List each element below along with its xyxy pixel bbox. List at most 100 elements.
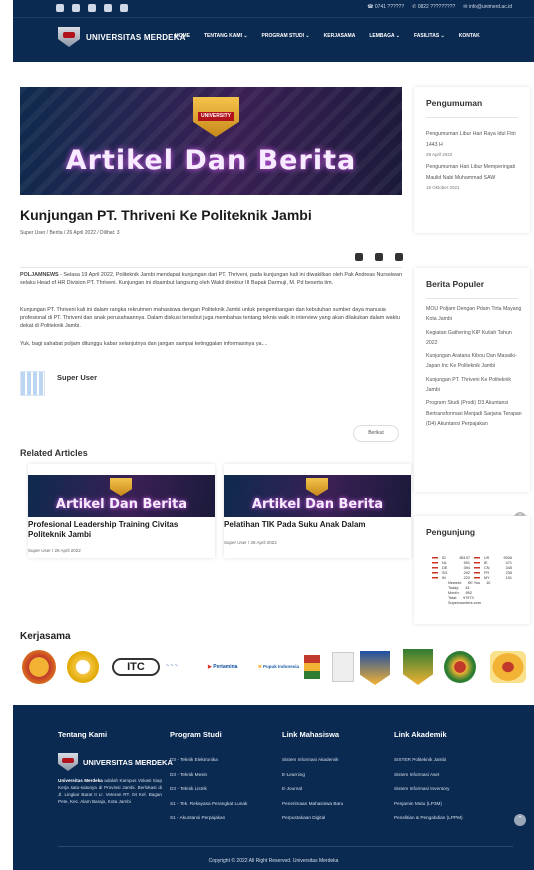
divider <box>58 846 513 847</box>
announcements-widget: Pengumuman Pengumuman Libur Hari Raya Id… <box>414 87 530 233</box>
menu-item-program-studi[interactable]: PROGRAM STUDI ⌄ <box>262 33 310 39</box>
partner-logo[interactable] <box>332 652 354 682</box>
related-article-image[interactable]: Artikel Dan Berita <box>224 475 411 517</box>
scroll-top-button[interactable]: ⌃ <box>514 814 526 826</box>
announcement-link[interactable]: Pengumuman Hari Libur Memperingati Mauli… <box>426 162 524 183</box>
partner-logo-pertamina[interactable]: ▶ Pertamina <box>208 659 254 675</box>
widget-title: Pengunjung <box>426 527 476 537</box>
partners-heading: Kerjasama <box>20 631 71 642</box>
footer-link[interactable]: Sistem Informasi Akademik <box>282 753 343 768</box>
partner-logo[interactable] <box>403 649 433 685</box>
site-header: ☎ 0741 ?????? ✆ 0822 ????????? ✉ info@un… <box>13 0 534 62</box>
university-shield-icon <box>58 753 78 771</box>
related-article-meta: Super User / 28 April 2022 <box>224 540 277 545</box>
popular-news-link[interactable]: Kunjungan Aratana Kibou Dan Masaiki-Japa… <box>426 351 524 372</box>
whatsapp-contact[interactable]: ✆ 0822 ????????? <box>412 4 455 10</box>
university-badge-icon <box>110 478 132 496</box>
youtube-icon[interactable] <box>88 4 96 12</box>
visitor-counter[interactable]: ID 85197 US 9006 NL 591 IE 471 DE 394 CN 345 SG 29… <box>426 556 518 618</box>
menu-item-kerjasama[interactable]: KERJASAMA <box>324 33 356 39</box>
widget-title: Berita Populer <box>426 279 485 289</box>
popular-news-link[interactable]: Kegiatan Gathering KIP Kuliah Tahun 2022 <box>426 328 524 349</box>
partner-logos: ITC ~ ~ ~ ▶ Pertamina ✱ Pupuk Indonesia <box>20 648 534 686</box>
social-links <box>56 4 128 12</box>
footer-link[interactable]: Sistem Informasi Inventory <box>394 782 463 797</box>
share-buttons <box>355 253 403 261</box>
footer-about: Tentang Kami UNIVERSITAS MERDEKA Univers… <box>58 730 173 805</box>
footer-link[interactable]: Penelitian & Pengabdian (LPPM) <box>394 811 463 826</box>
main-navbar: UNIVERSITAS MERDEKA HOME TENTANG KAMI ⌄ … <box>13 18 534 62</box>
copyright-text: Copyright © 2022 All Right Reserved. Uni… <box>208 858 339 864</box>
site-logo[interactable]: UNIVERSITAS MERDEKA <box>58 27 186 47</box>
widget-title: Pengumuman <box>426 98 483 108</box>
divider <box>20 267 402 268</box>
partner-logo[interactable] <box>22 650 56 684</box>
popular-news-link[interactable]: Kunjungan PT. Thriveni Ke Politeknik Jam… <box>426 375 524 396</box>
related-article-card[interactable]: Artikel Dan Berita Pelatihan TIK Pada Su… <box>224 464 411 558</box>
related-article-meta: Super User / 28 April 2022 <box>28 548 81 553</box>
footer-link[interactable]: Sistem Informasi Aset <box>394 768 463 783</box>
partner-logo[interactable]: ~ ~ ~ <box>166 663 204 671</box>
announcement-date: 18 Oktober 2021 <box>426 185 460 190</box>
contact-info: ☎ 0741 ?????? ✆ 0822 ????????? ✉ info@un… <box>367 4 512 10</box>
article-paragraph: Yuk, bagi sahabat poljam ditunggu kabar … <box>20 341 268 347</box>
site-footer: Tentang Kami UNIVERSITAS MERDEKA Univers… <box>13 705 534 870</box>
partner-logo-pupuk[interactable]: ✱ Pupuk Indonesia <box>258 655 310 679</box>
popular-news-link[interactable]: MOU Poljam Dengan Pdam Tirta Mayang Kota… <box>426 304 524 325</box>
next-article-button[interactable]: Berikut <box>353 425 399 442</box>
university-shield-icon <box>58 27 80 47</box>
related-article-title[interactable]: Pelatihan TIK Pada Suku Anak Dalam <box>224 520 411 530</box>
facebook-share-icon[interactable] <box>355 253 363 261</box>
menu-item-tentang-kami[interactable]: TENTANG KAMI ⌄ <box>204 33 248 39</box>
twitter-share-icon[interactable] <box>375 253 383 261</box>
footer-link[interactable]: Penjamin Mutu (LP3M) <box>394 797 463 812</box>
announcement-date: 28 April 2022 <box>426 152 453 157</box>
partner-logo[interactable] <box>444 651 476 683</box>
menu-item-home[interactable]: HOME <box>175 33 190 39</box>
footer-link[interactable]: S1 - Akuntansi Perpajakan <box>170 811 247 826</box>
footer-about-text: Universitas Merdeka adalah Kampus Vokasi… <box>58 778 163 804</box>
university-badge-icon <box>306 478 328 496</box>
author-avatar <box>20 371 45 396</box>
partner-logo[interactable] <box>67 651 99 683</box>
footer-logo[interactable]: UNIVERSITAS MERDEKA <box>58 753 173 771</box>
footer-link[interactable]: Perpustakaan Digital <box>282 811 343 826</box>
author-box: Super User <box>20 371 97 396</box>
popular-news-link[interactable]: Program Studi (Prodi) D3 Akuntansi Bertr… <box>426 398 524 429</box>
whatsapp-icon[interactable] <box>120 4 128 12</box>
footer-program-studi: Program Studi D3 - Teknik Elektronika D3… <box>170 730 247 826</box>
footer-link[interactable]: D3 - Teknik Mesin <box>170 768 247 783</box>
badge-text: UNIVERSITY <box>198 112 234 121</box>
footer-link[interactable]: D3 - Teknik Elektronika <box>170 753 247 768</box>
author-name[interactable]: Super User <box>57 373 97 382</box>
footer-link[interactable]: E-Journal <box>282 782 343 797</box>
related-article-card[interactable]: Artikel Dan Berita Profesional Leadershi… <box>28 464 215 558</box>
footer-link[interactable]: E-Learning <box>282 768 343 783</box>
related-article-image[interactable]: Artikel Dan Berita <box>28 475 215 517</box>
email-share-icon[interactable] <box>395 253 403 261</box>
instagram-icon[interactable] <box>104 4 112 12</box>
email-contact[interactable]: ✉ info@unimerd.ac.id <box>463 4 512 10</box>
footer-link[interactable]: SISTER Politeknik Jambi <box>394 753 463 768</box>
announcement-link[interactable]: Pengumuman Libur Hari Raya Idul Fitri 14… <box>426 129 524 150</box>
popular-news-list: MOU Poljam Dengan Pdam Tirta Mayang Kota… <box>426 304 524 432</box>
twitter-icon[interactable] <box>72 4 80 12</box>
phone-contact[interactable]: ☎ 0741 ?????? <box>367 4 404 10</box>
footer-heading: Tentang Kami <box>58 730 108 739</box>
article-hero-image: UNIVERSITY Artikel Dan Berita <box>20 87 402 195</box>
partner-logo[interactable] <box>304 655 320 679</box>
footer-link[interactable]: S1 - Tek. Rekayasa Perangkat Lunak <box>170 797 247 812</box>
menu-item-fasilitas[interactable]: FASILITAS ⌄ <box>414 33 445 39</box>
partner-logo-itc[interactable]: ITC <box>112 658 160 676</box>
announcement-list: Pengumuman Libur Hari Raya Idul Fitri 14… <box>426 129 524 195</box>
menu-item-kontak[interactable]: KONTAK <box>459 33 480 39</box>
menu-item-lembaga[interactable]: LEMBAGA ⌄ <box>369 33 400 39</box>
partner-logo[interactable] <box>360 651 390 685</box>
footer-link[interactable]: D3 - Teknik Listrik <box>170 782 247 797</box>
article-title: Kunjungan PT. Thriveni Ke Politeknik Jam… <box>20 207 312 223</box>
facebook-icon[interactable] <box>56 4 64 12</box>
partner-logo[interactable] <box>490 651 526 683</box>
article-meta: Super User / Berita / 26 April 2022 / Di… <box>20 230 120 236</box>
related-article-title[interactable]: Profesional Leadership Training Civitas … <box>28 520 215 540</box>
footer-link[interactable]: Penerimaan Mahasiswa Baru <box>282 797 343 812</box>
